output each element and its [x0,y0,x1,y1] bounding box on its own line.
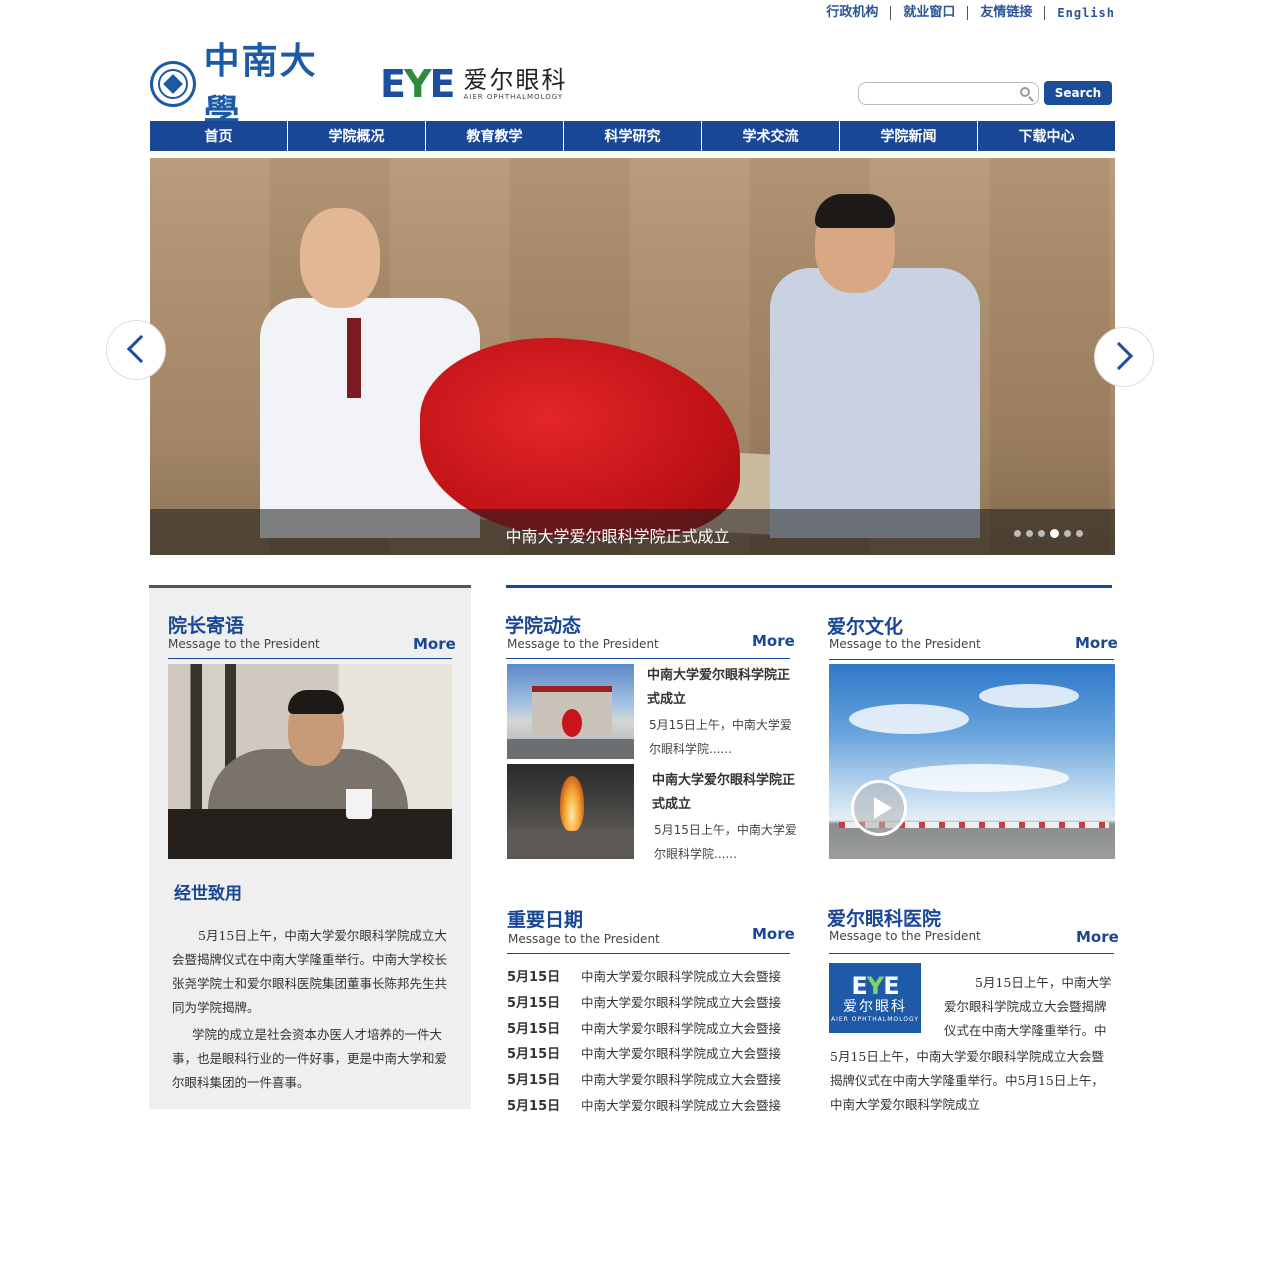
divider [506,658,790,659]
eye-logo-mark: EYE [851,971,899,1000]
slide-dots [1014,529,1083,538]
date-row[interactable]: 5月15日 中南大学爱尔眼科学院成立大会暨接 [507,1043,797,1062]
news-item-title[interactable]: 中南大学爱尔眼科学院正式成立 [652,769,802,817]
eye-logo-mark: EYE [380,62,455,106]
banner-person-right [770,268,980,538]
divider [506,585,1112,588]
slide-dot-active[interactable] [1050,529,1059,538]
nav-exchange[interactable]: 学术交流 [702,121,840,151]
nav-news[interactable]: 学院新闻 [840,121,978,151]
dates-more-link[interactable]: More [752,925,795,943]
play-icon[interactable] [851,780,907,836]
slide-dot[interactable] [1038,530,1045,537]
dates-title: 重要日期 [507,909,584,931]
banner-caption: 中南大学爱尔眼科学院正式成立 [505,527,730,546]
hospital-text-line: 5月15日上午，中南大学 [975,975,1112,990]
president-more-link[interactable]: More [413,635,456,653]
news-subtitle: Message to the President [507,637,659,651]
chevron-right-icon [1104,341,1134,371]
link-english[interactable]: English [1045,6,1115,20]
nav-home[interactable]: 首页 [150,121,288,151]
link-jobs[interactable]: 就业窗口 [891,6,969,20]
slide-dot[interactable] [1064,530,1071,537]
nav-downloads[interactable]: 下载中心 [978,121,1115,151]
date-row[interactable]: 5月15日 中南大学爱尔眼科学院成立大会暨接 [507,1018,797,1037]
culture-subtitle: Message to the President [829,637,981,651]
divider [168,658,452,659]
president-photo [168,664,452,859]
csu-logo[interactable]: 中南大學 [150,40,354,134]
news-item-desc: 5月15日上午，中南大学爱尔眼科学院...... [654,823,797,861]
slide-dot[interactable] [1014,530,1021,537]
culture-title: 爱尔文化 [827,616,904,638]
next-slide-button[interactable] [1094,327,1154,387]
news-item-title[interactable]: 中南大学爱尔眼科学院正式成立 [647,664,797,712]
news-item-desc: 5月15日上午，中南大学爱尔眼科学院...... [649,718,792,756]
search-button[interactable]: Search [1044,81,1112,105]
link-friends[interactable]: 友情链接 [968,6,1046,20]
hospital-text-line: 揭牌仪式在中南大学隆重举行。中5月15日上午， [830,1073,1104,1088]
aier-logo-en: AIER OPHTHALMOLOGY [463,93,564,101]
search-input[interactable] [867,84,1017,104]
prev-slide-button[interactable] [106,320,166,380]
divider [829,659,1114,660]
banner-caption-bar: 中南大学爱尔眼科学院正式成立 [150,509,1115,555]
banner-slideshow[interactable]: 中南大学爱尔眼科学院正式成立 [150,158,1115,555]
news-title: 学院动态 [505,615,582,637]
dates-subtitle: Message to the President [508,932,660,946]
top-links: 行政机构 就业窗口 友情链接 English [814,6,1115,20]
news-image-1[interactable] [507,664,634,759]
hospital-text-line: 爱尔眼科学院成立大会暨揭牌 [944,999,1107,1014]
divider [829,953,1114,954]
hospital-title: 爱尔眼科医院 [827,908,942,930]
search-icon [1020,87,1030,97]
main-nav: 首页 学院概况 教育教学 科学研究 学术交流 学院新闻 下载中心 [150,121,1115,151]
aier-logo[interactable]: EYE 爱尔眼科 AIER OPHTHALMOLOGY [380,64,618,104]
date-row[interactable]: 5月15日 中南大学爱尔眼科学院成立大会暨接 [507,966,797,985]
divider [507,953,790,954]
aier-logo-cn: 爱尔眼科 [463,66,568,94]
hospital-text-line: 中南大学爱尔眼科学院成立 [830,1097,981,1112]
chevron-left-icon [126,334,156,364]
csu-seal-icon [150,61,196,107]
date-row[interactable]: 5月15日 中南大学爱尔眼科学院成立大会暨接 [507,1095,797,1114]
president-para-2: 学院的成立是社会资本办医人才培养的一件大事，也是眼科行业的一件好事，更是中南大学… [172,1027,448,1090]
slide-dot[interactable] [1026,530,1033,537]
hospital-text-line: 5月15日上午，中南大学爱尔眼科学院成立大会暨 [830,1049,1104,1064]
search-box [858,82,1039,105]
president-subtitle: Message to the President [168,637,320,651]
link-admin[interactable]: 行政机构 [814,6,892,20]
hospital-text-line: 仪式在中南大学隆重举行。中 [944,1023,1107,1038]
date-row[interactable]: 5月15日 中南大学爱尔眼科学院成立大会暨接 [507,1069,797,1088]
president-title: 院长寄语 [168,615,245,637]
date-row[interactable]: 5月15日 中南大学爱尔眼科学院成立大会暨接 [507,992,797,1011]
hospital-subtitle: Message to the President [829,929,981,943]
nav-research[interactable]: 科学研究 [564,121,702,151]
aier-hospital-logo[interactable]: EYE 爱尔眼科 AIER OPHTHALMOLOGY [829,963,921,1033]
nav-overview[interactable]: 学院概况 [288,121,426,151]
hospital-more-link[interactable]: More [1076,928,1119,946]
nav-education[interactable]: 教育教学 [426,121,564,151]
news-more-link[interactable]: More [752,632,795,650]
culture-more-link[interactable]: More [1075,634,1118,652]
motto: 经世致用 [174,884,242,904]
president-para-1: 5月15日上午，中南大学爱尔眼科学院成立大会暨揭牌仪式在中南大学隆重举行。中南大… [172,928,448,1015]
slide-dot[interactable] [1076,530,1083,537]
news-image-2[interactable] [507,764,634,859]
